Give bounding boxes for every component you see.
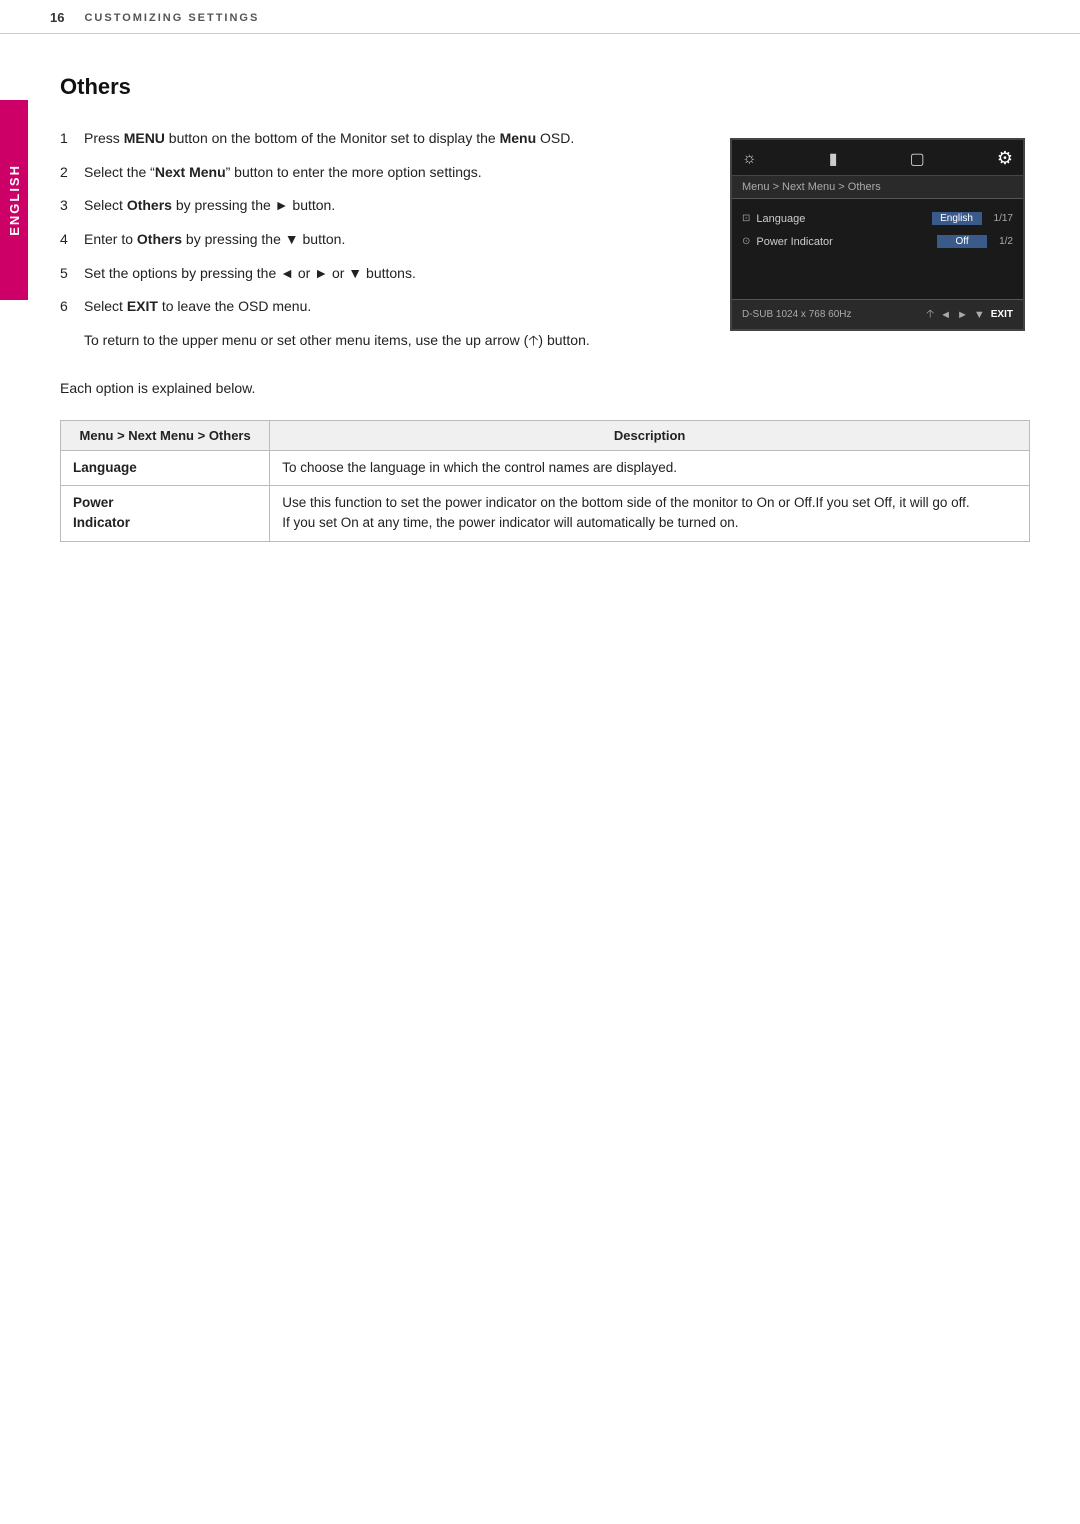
step-2: 2 Select the “Next Menu” button to enter… <box>60 162 690 184</box>
table-row-power-indicator: PowerIndicator Use this function to set … <box>61 486 1030 542</box>
step-number-6: 6 <box>60 296 74 318</box>
step-text-3: Select Others by pressing the ► button. <box>84 195 335 217</box>
osd-left-btn: ◄ <box>940 309 951 321</box>
sidebar-english-label: ENGLISH <box>0 100 28 300</box>
osd-menu-items: ⊡ Language English 1/17 ⊙ Power Indicato… <box>732 199 1023 299</box>
step-1: 1 Press MENU button on the bottom of the… <box>60 128 690 150</box>
header-title: CUSTOMIZING SETTINGS <box>84 12 259 24</box>
osd-breadcrumb: Menu > Next Menu > Others <box>732 176 1023 199</box>
step-text-1: Press MENU button on the bottom of the M… <box>84 128 574 150</box>
osd-exit-label[interactable]: EXIT <box>991 309 1013 320</box>
page-header: 16 CUSTOMIZING SETTINGS <box>0 0 1080 34</box>
table-row-language: Language To choose the language in which… <box>61 450 1030 485</box>
table-desc-power-indicator: Use this function to set the power indic… <box>270 486 1030 542</box>
osd-power-icon: ⊙ <box>742 236 750 247</box>
osd-power-value: Off <box>937 235 987 248</box>
osd-power-label: Power Indicator <box>756 236 931 248</box>
osd-brightness-icon: ☼ <box>742 150 757 168</box>
table-desc-language: To choose the language in which the cont… <box>270 450 1030 485</box>
step-6: 6 Select EXIT to leave the OSD menu. <box>60 296 690 318</box>
osd-language-count: 1/17 <box>994 213 1013 224</box>
step-text-2: Select the “Next Menu” button to enter t… <box>84 162 482 184</box>
osd-contrast-icon: ▮ <box>829 149 838 169</box>
table-menu-language: Language <box>61 450 270 485</box>
step-3: 3 Select Others by pressing the ► button… <box>60 195 690 217</box>
step-number-3: 3 <box>60 195 74 217</box>
osd-item-language: ⊡ Language English 1/17 <box>732 207 1023 230</box>
osd-box: ☼ ▮ ▢ ⚙ Menu > Next Menu > Others ⊡ Lang… <box>730 138 1025 331</box>
step-number-1: 1 <box>60 128 74 150</box>
section-title: Others <box>60 74 1030 100</box>
step-text-6: Select EXIT to leave the OSD menu. <box>84 296 311 318</box>
step-number-4: 4 <box>60 229 74 251</box>
osd-breadcrumb-text: Menu > Next Menu > Others <box>742 181 881 193</box>
osd-up-btn: 🡡 <box>926 305 934 324</box>
step-text-5: Set the options by pressing the ◄ or ► o… <box>84 263 416 285</box>
main-content: Others 1 Press MENU button on the bottom… <box>0 34 1080 572</box>
osd-nav-buttons: 🡡 ◄ ► ▼ EXIT <box>926 305 1013 324</box>
table-menu-power-indicator: PowerIndicator <box>61 486 270 542</box>
osd-right-btn: ► <box>957 309 968 321</box>
osd-footer: D-SUB 1024 x 768 60Hz 🡡 ◄ ► ▼ EXIT <box>732 299 1023 329</box>
table-header-menu: Menu > Next Menu > Others <box>61 420 270 450</box>
sub-note: To return to the upper menu or set other… <box>84 330 690 352</box>
step-number-5: 5 <box>60 263 74 285</box>
osd-mockup: ☼ ▮ ▢ ⚙ Menu > Next Menu > Others ⊡ Lang… <box>730 138 1030 331</box>
osd-power-count: 1/2 <box>999 236 1013 247</box>
instructions-column: 1 Press MENU button on the bottom of the… <box>60 128 690 362</box>
osd-display-icon: ▢ <box>910 149 925 169</box>
osd-resolution: D-SUB 1024 x 768 60Hz <box>742 309 852 320</box>
osd-language-label: Language <box>756 213 925 225</box>
step-5: 5 Set the options by pressing the ◄ or ►… <box>60 263 690 285</box>
step-4: 4 Enter to Others by pressing the ▼ butt… <box>60 229 690 251</box>
page-number: 16 <box>50 10 64 25</box>
step-number-2: 2 <box>60 162 74 184</box>
osd-settings-icon: ⚙ <box>997 148 1013 169</box>
two-column-layout: 1 Press MENU button on the bottom of the… <box>60 128 1030 362</box>
each-option-note: Each option is explained below. <box>60 380 1030 396</box>
osd-item-power-indicator: ⊙ Power Indicator Off 1/2 <box>732 230 1023 253</box>
osd-down-btn: ▼ <box>974 309 985 321</box>
step-text-4: Enter to Others by pressing the ▼ button… <box>84 229 345 251</box>
osd-language-value: English <box>932 212 982 225</box>
osd-top-icons: ☼ ▮ ▢ ⚙ <box>732 140 1023 176</box>
table-header-desc: Description <box>270 420 1030 450</box>
options-table: Menu > Next Menu > Others Description La… <box>60 420 1030 542</box>
osd-language-icon: ⊡ <box>742 213 750 224</box>
